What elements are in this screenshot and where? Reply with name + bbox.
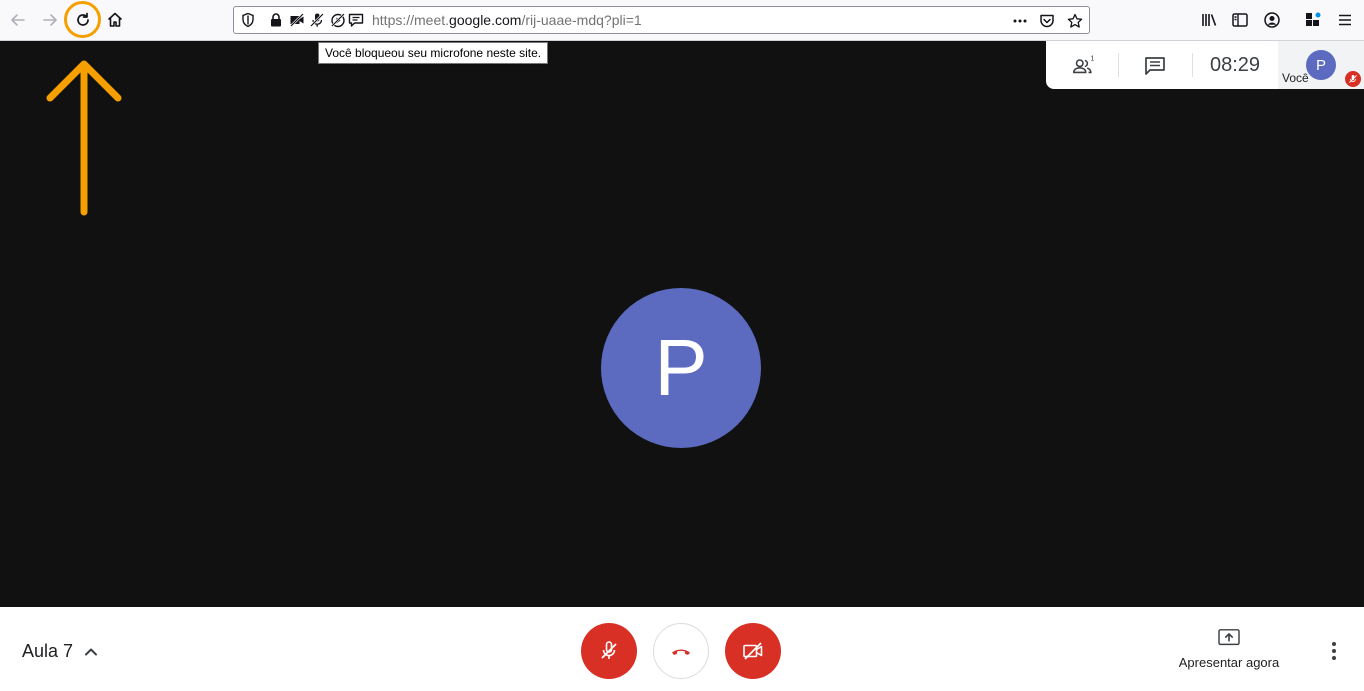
back-button[interactable] xyxy=(4,6,32,34)
more-vertical-icon xyxy=(1332,642,1336,660)
application-menu-button[interactable] xyxy=(1334,9,1356,31)
meeting-details-toggle[interactable] xyxy=(80,641,102,663)
notification-icon xyxy=(348,13,364,27)
extensions-icon xyxy=(1306,12,1321,26)
autoplay-permission-button[interactable] xyxy=(329,11,347,29)
annotation-arrow-icon xyxy=(46,60,122,216)
meeting-clock: 08:29 xyxy=(1210,54,1261,76)
home-icon xyxy=(107,12,123,27)
sidebar-button[interactable] xyxy=(1229,9,1251,31)
more-options-button[interactable] xyxy=(1322,639,1346,663)
bookmark-star-icon xyxy=(1067,13,1083,28)
url-prefix: https://meet. xyxy=(372,12,450,28)
extensions-button[interactable] xyxy=(1302,9,1324,31)
url-domain: google.com xyxy=(449,12,522,28)
url-bar[interactable]: https://meet.google.com/rij-uaae-mdq?pli… xyxy=(233,6,1090,34)
notification-permission-button[interactable] xyxy=(347,11,365,29)
participants-button[interactable]: 1 xyxy=(1070,53,1096,79)
account-icon xyxy=(1264,12,1280,28)
camera-blocked-icon xyxy=(290,13,304,27)
account-button[interactable] xyxy=(1261,9,1283,31)
chevron-up-icon xyxy=(85,648,97,656)
camera-toggle-button[interactable] xyxy=(725,623,781,679)
meeting-controls-bar: Aula 7 Apresentar agora xyxy=(0,607,1364,691)
autoplay-blocked-icon xyxy=(331,13,345,28)
present-now-label: Apresentar agora xyxy=(1178,655,1280,670)
hang-up-icon xyxy=(672,649,690,655)
site-security-button[interactable] xyxy=(267,11,285,29)
back-icon xyxy=(11,14,25,26)
end-call-button[interactable] xyxy=(653,623,709,679)
separator xyxy=(1118,53,1119,77)
mic-blocked-tooltip: Você bloqueou seu microfone neste site. xyxy=(318,42,549,64)
people-icon: 1 xyxy=(1072,54,1094,74)
lock-icon xyxy=(271,13,281,27)
mic-off-icon xyxy=(1349,75,1357,83)
self-label: Você xyxy=(1282,71,1309,85)
hamburger-menu-icon xyxy=(1339,14,1351,26)
annotation-circle xyxy=(64,1,101,38)
pocket-icon xyxy=(1040,14,1054,28)
camera-off-icon xyxy=(743,642,763,660)
url-path: /rij-uaae-mdq?pli=1 xyxy=(521,12,642,28)
tracking-protection-button[interactable] xyxy=(239,11,257,29)
library-icon xyxy=(1202,14,1217,26)
meeting-stage: P 1 08:29 P Você xyxy=(0,41,1364,607)
bookmark-button[interactable] xyxy=(1066,12,1084,30)
microphone-permission-button[interactable] xyxy=(308,11,326,29)
pocket-button[interactable] xyxy=(1038,12,1056,30)
page-actions-button[interactable] xyxy=(1011,12,1029,30)
mic-off-icon xyxy=(601,641,617,659)
more-actions-icon xyxy=(1013,19,1027,23)
participant-avatar: P xyxy=(601,288,761,448)
self-mic-muted-badge xyxy=(1345,71,1361,87)
mic-blocked-icon xyxy=(310,13,324,27)
shield-icon xyxy=(242,12,254,28)
meeting-info-panel: 1 08:29 P Você xyxy=(1046,41,1364,89)
meeting-name[interactable]: Aula 7 xyxy=(22,641,73,662)
url-text[interactable]: https://meet.google.com/rij-uaae-mdq?pli… xyxy=(372,12,642,28)
camera-permission-button[interactable] xyxy=(288,11,306,29)
library-button[interactable] xyxy=(1198,9,1220,31)
present-screen-icon xyxy=(1216,627,1242,649)
forward-button[interactable] xyxy=(36,6,64,34)
home-button[interactable] xyxy=(101,6,129,34)
forward-icon xyxy=(43,14,57,26)
chat-icon xyxy=(1145,57,1165,75)
microphone-toggle-button[interactable] xyxy=(581,623,637,679)
self-avatar: P xyxy=(1306,50,1336,80)
present-now-button[interactable]: Apresentar agora xyxy=(1168,627,1290,670)
chat-button[interactable] xyxy=(1142,53,1168,79)
browser-toolbar: https://meet.google.com/rij-uaae-mdq?pli… xyxy=(0,0,1364,41)
self-tile[interactable]: P Você xyxy=(1278,41,1364,89)
sidebar-icon xyxy=(1232,13,1248,27)
separator xyxy=(1192,53,1193,77)
participant-count: 1 xyxy=(1090,54,1094,62)
